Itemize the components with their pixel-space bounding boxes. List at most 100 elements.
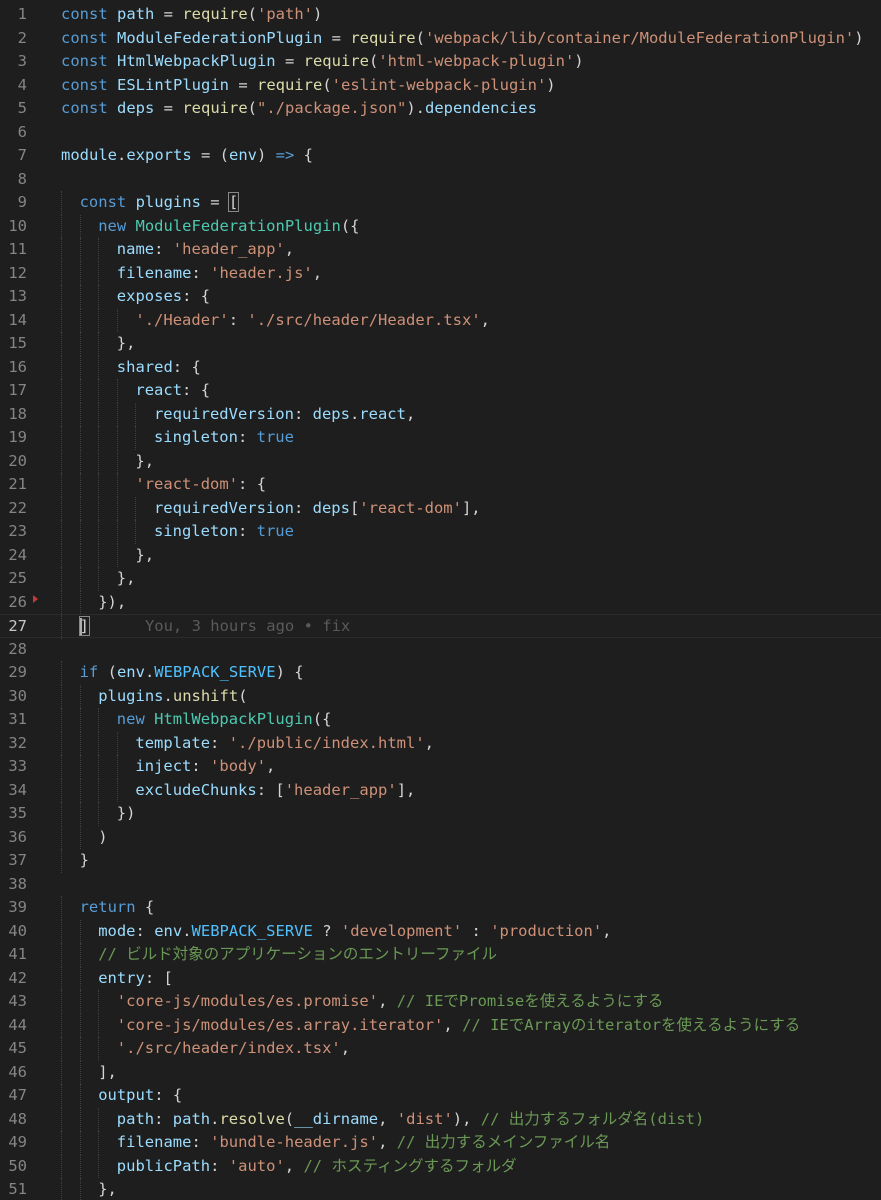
- code-token: entry: [98, 968, 145, 987]
- code-token: react: [359, 404, 406, 423]
- code-token: react: [135, 381, 183, 399]
- code-line[interactable]: 2 const ModuleFederationPlugin = require(…: [0, 27, 881, 51]
- code-line[interactable]: 22 requiredVersion: deps['react-dom'],: [0, 496, 881, 520]
- indent-guide: [98, 1037, 117, 1061]
- code-line[interactable]: 10 new ModuleFederationPlugin({: [0, 214, 881, 238]
- line-number: 19: [8, 428, 27, 446]
- code-line[interactable]: 13 exposes: {: [0, 285, 881, 309]
- code-token: ): [546, 75, 556, 94]
- code-line[interactable]: 1 const path = require('path'): [0, 3, 881, 27]
- code-line[interactable]: 11 name: 'header_app',: [0, 238, 881, 262]
- code-line[interactable]: 31 new HtmlWebpackPlugin({: [0, 708, 881, 732]
- code-token: require: [256, 75, 323, 94]
- code-line[interactable]: 35}): [0, 802, 881, 826]
- code-content: exposes: {: [61, 285, 210, 309]
- indent-guide: [98, 449, 117, 473]
- code-line[interactable]: 23 singleton: true: [0, 520, 881, 544]
- indent-guide: [79, 1060, 99, 1084]
- code-token: return: [79, 898, 145, 916]
- line-number: 51: [8, 1180, 27, 1198]
- code-line[interactable]: 14 './Header': './src/header/Header.tsx',: [0, 308, 881, 332]
- code-line[interactable]: 27] You, 3 hours ago • fix: [0, 614, 881, 639]
- code-line[interactable]: 37}: [0, 849, 881, 873]
- line-number: 21: [8, 475, 27, 493]
- code-line[interactable]: 6: [0, 121, 881, 145]
- code-token: ?: [312, 921, 341, 940]
- code-line[interactable]: 49 filename: 'bundle-header.js', // 出力するメ…: [0, 1131, 881, 1155]
- code-line[interactable]: 20},: [0, 449, 881, 473]
- code-line[interactable]: 7 module.exports = (env) => {: [0, 144, 881, 168]
- code-content: new HtmlWebpackPlugin({: [61, 708, 331, 732]
- code-line[interactable]: 25},: [0, 567, 881, 591]
- indent-guide: [135, 496, 154, 520]
- code-line[interactable]: 45 './src/header/index.tsx',: [0, 1037, 881, 1061]
- code-line[interactable]: 38: [0, 873, 881, 897]
- code-line[interactable]: 3 const HtmlWebpackPlugin = require('html…: [0, 50, 881, 74]
- code-token: :: [462, 921, 491, 940]
- code-line[interactable]: 39 return {: [0, 896, 881, 920]
- code-token: requiredVersion: [153, 498, 294, 517]
- code-content: output: {: [61, 1084, 182, 1108]
- code-token: },: [116, 569, 136, 587]
- code-line[interactable]: 50 publicPath: 'auto', // ホスティングするフォルダ: [0, 1154, 881, 1178]
- code-token: dependencies: [424, 99, 537, 117]
- code-token: 'production': [490, 921, 603, 940]
- indent-guide: [116, 731, 136, 755]
- code-token: env: [154, 921, 183, 940]
- code-content: filename: 'bundle-header.js', // 出力するメイン…: [61, 1131, 610, 1155]
- code-line[interactable]: 46],: [0, 1060, 881, 1084]
- code-line[interactable]: 32 template: './public/index.html',: [0, 731, 881, 755]
- code-line[interactable]: 47 output: {: [0, 1084, 881, 1108]
- code-line[interactable]: 44 'core-js/modules/es.array.iterator', /…: [0, 1013, 881, 1037]
- code-line[interactable]: 5 const deps = require("./package.json").…: [0, 97, 881, 121]
- code-line[interactable]: 34 excludeChunks: ['header_app'],: [0, 778, 881, 802]
- code-token: ) {: [275, 663, 304, 681]
- code-token: : {: [238, 475, 267, 493]
- git-blame-annotation: You, 3 hours ago • fix: [144, 617, 351, 635]
- code-line[interactable]: 4 const ESLintPlugin = require('eslint-we…: [0, 74, 881, 98]
- indent-guide: [79, 426, 99, 450]
- indent-guide: [98, 778, 117, 802]
- code-line[interactable]: 28: [0, 638, 881, 662]
- code-token: :: [293, 498, 313, 517]
- breakpoint-marker-icon[interactable]: [33, 594, 38, 603]
- code-line[interactable]: 42 entry: [: [0, 966, 881, 990]
- code-editor[interactable]: 1 const path = require('path') 2 const Modu…: [0, 0, 881, 1200]
- code-token: :: [135, 921, 155, 940]
- code-line[interactable]: 29 if (env.WEBPACK_SERVE) {: [0, 661, 881, 685]
- code-line[interactable]: 33 inject: 'body',: [0, 755, 881, 779]
- code-line[interactable]: 15},: [0, 332, 881, 356]
- code-line[interactable]: 26}),: [0, 590, 881, 614]
- code-line[interactable]: 19 singleton: true: [0, 426, 881, 450]
- code-token: ]: [78, 616, 90, 636]
- code-line[interactable]: 17 react: {: [0, 379, 881, 403]
- code-token: 'body': [210, 757, 267, 775]
- code-token: const: [61, 52, 117, 70]
- indent-guide: [98, 755, 117, 779]
- code-line[interactable]: 40 mode: env.WEBPACK_SERVE ? 'development…: [0, 919, 881, 943]
- code-line[interactable]: 8: [0, 168, 881, 192]
- code-token: ({: [312, 710, 332, 728]
- code-token: ,: [378, 1109, 397, 1128]
- code-token: ],: [461, 498, 481, 517]
- code-line[interactable]: 51},: [0, 1178, 881, 1200]
- code-token: true: [256, 522, 294, 540]
- code-line[interactable]: 43 'core-js/modules/es.promise', // IEでPr…: [0, 990, 881, 1014]
- code-line[interactable]: 9 const plugins = [: [0, 191, 881, 215]
- code-line[interactable]: 21 'react-dom': {: [0, 473, 881, 497]
- code-token: HtmlWebpackPlugin: [117, 52, 276, 70]
- code-line[interactable]: 30 plugins.unshift(: [0, 684, 881, 708]
- code-line[interactable]: 18 requiredVersion: deps.react,: [0, 402, 881, 426]
- code-line[interactable]: 24},: [0, 543, 881, 567]
- indent-guide: [79, 1154, 99, 1178]
- line-number: 45: [8, 1039, 27, 1057]
- code-token: 'header.js': [210, 263, 313, 282]
- code-token: },: [116, 334, 136, 352]
- code-line[interactable]: 12 filename: 'header.js',: [0, 261, 881, 285]
- code-token: 'header_app': [284, 780, 397, 799]
- code-line[interactable]: 41 // ビルド対象のアプリケーションのエントリーファイル: [0, 943, 881, 967]
- code-line[interactable]: 16 shared: {: [0, 355, 881, 379]
- indent-guide: [116, 402, 136, 426]
- code-line[interactable]: 36): [0, 825, 881, 849]
- code-line[interactable]: 48 path: path.resolve(__dirname, 'dist'),…: [0, 1107, 881, 1131]
